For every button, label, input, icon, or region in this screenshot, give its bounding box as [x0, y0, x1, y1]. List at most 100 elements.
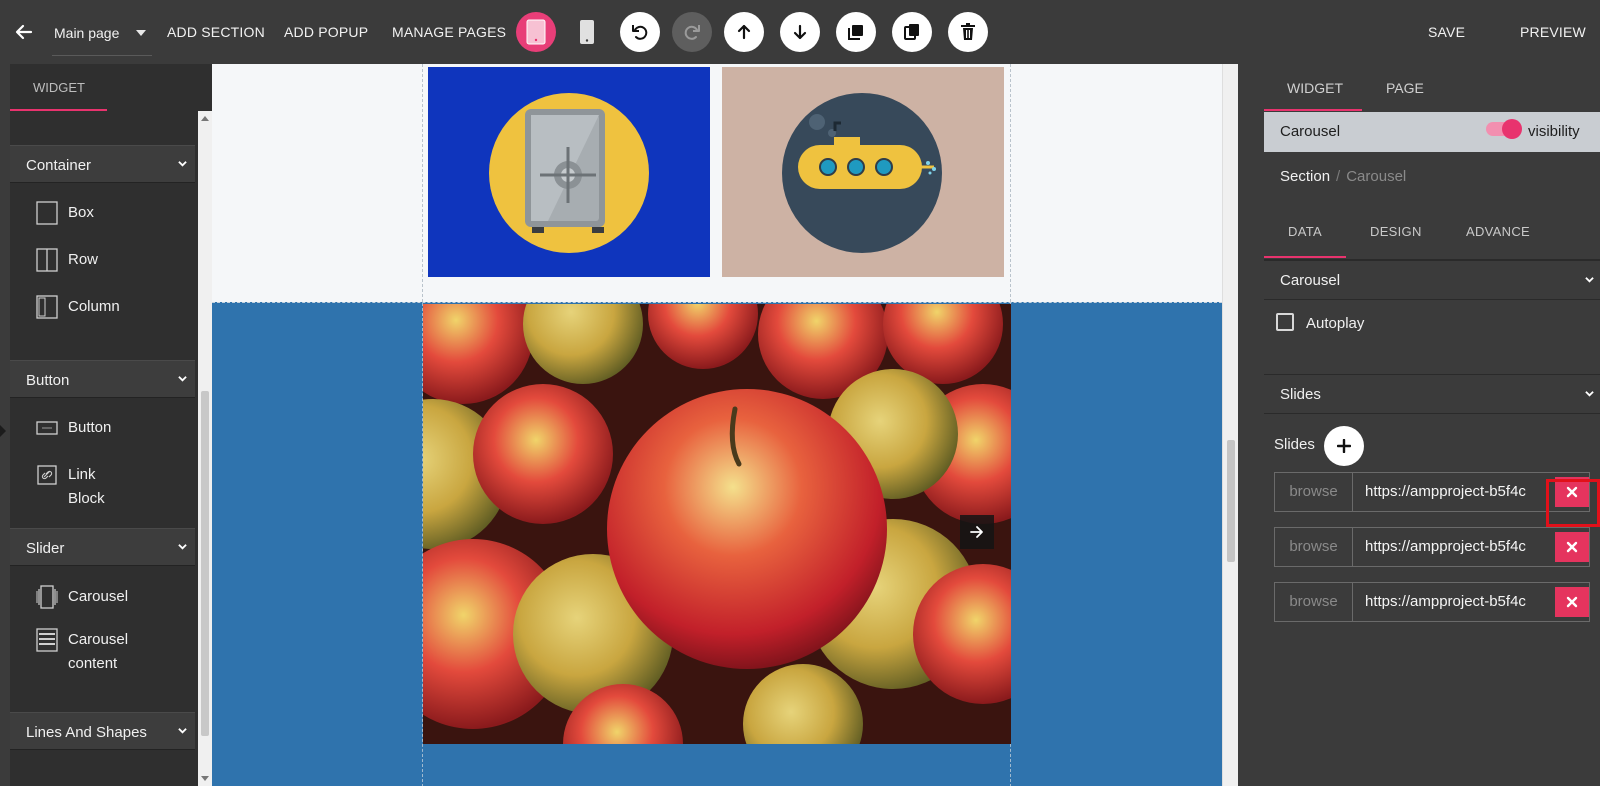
safe-illustration: [489, 93, 649, 253]
left-panel-scrollbar[interactable]: [198, 111, 212, 786]
visibility-toggle[interactable]: [1486, 119, 1522, 139]
tab-design[interactable]: DESIGN: [1370, 224, 1422, 239]
plus-icon: [1337, 439, 1351, 453]
duplicate-button[interactable]: [836, 12, 876, 52]
save-button[interactable]: SAVE: [1428, 24, 1465, 40]
accordion-label: Carousel: [1280, 272, 1341, 289]
image-safe-tile[interactable]: [428, 67, 710, 277]
widget-item-label: Carousel: [68, 588, 129, 605]
button-icon: [36, 421, 58, 435]
tab-widget[interactable]: WIDGET: [1287, 80, 1343, 96]
redo-button[interactable]: [672, 12, 712, 52]
chevron-down-icon: [178, 544, 187, 550]
add-section-button[interactable]: ADD SECTION: [167, 24, 265, 40]
browse-button[interactable]: browse: [1275, 473, 1353, 511]
back-arrow-icon[interactable]: [14, 22, 34, 42]
category-button[interactable]: Button: [10, 360, 195, 398]
category-container[interactable]: Container: [10, 145, 195, 183]
right-gutter: [1238, 64, 1264, 786]
carousel-content-icon: [36, 628, 58, 652]
column-guide: [1010, 64, 1011, 302]
chevron-down-icon: [178, 728, 187, 734]
breadcrumb-current: Carousel: [1346, 168, 1407, 185]
scroll-up-arrow[interactable]: [201, 116, 209, 121]
add-popup-button[interactable]: ADD POPUP: [284, 24, 368, 40]
breadcrumb: Section / Carousel: [1280, 168, 1406, 185]
visibility-label: visibility: [1528, 123, 1580, 140]
copy-button[interactable]: [892, 12, 932, 52]
autoplay-checkbox[interactable]: [1276, 313, 1294, 331]
section-carousel[interactable]: [212, 302, 1222, 786]
slides-label: Slides: [1274, 436, 1315, 453]
carousel-icon: [36, 585, 58, 609]
tab-advance[interactable]: ADVANCE: [1466, 224, 1530, 239]
tab-widget[interactable]: WIDGET: [10, 64, 107, 111]
chevron-down-icon: [1585, 277, 1594, 283]
scrollbar-thumb[interactable]: [201, 391, 209, 736]
slide-url-input[interactable]: https://ampproject-b5f4c: [1365, 538, 1549, 555]
chevron-down-icon: [136, 30, 146, 36]
slide-url-input[interactable]: https://ampproject-b5f4c: [1365, 593, 1549, 610]
category-label: Button: [26, 372, 70, 389]
active-subtab-indicator: [1264, 256, 1346, 258]
row-icon: [36, 248, 58, 272]
category-label: Container: [26, 157, 92, 174]
move-down-button[interactable]: [780, 12, 820, 52]
tab-data[interactable]: DATA: [1288, 224, 1322, 239]
panel-collapse-marker[interactable]: [0, 425, 6, 437]
browse-button[interactable]: browse: [1275, 583, 1353, 621]
autoplay-label: Autoplay: [1306, 315, 1365, 332]
slide-url-input[interactable]: https://ampproject-b5f4c: [1365, 483, 1549, 500]
tablet-view-button[interactable]: [516, 12, 556, 52]
properties-tabs: WIDGET PAGE: [1264, 64, 1600, 112]
widget-item-label: Link Block: [68, 466, 105, 507]
scroll-down-arrow[interactable]: [201, 776, 209, 781]
page-select[interactable]: Main page: [52, 14, 152, 56]
copy-icon: [904, 24, 919, 40]
delete-widget-button[interactable]: [948, 12, 988, 52]
slide-row: browse https://ampproject-b5f4c: [1274, 527, 1590, 567]
page-select-value: Main page: [54, 25, 120, 41]
editor-canvas[interactable]: [212, 64, 1238, 786]
breadcrumb-separator: /: [1336, 168, 1341, 185]
tab-widget-label: WIDGET: [33, 80, 85, 95]
close-icon: [1566, 596, 1578, 608]
section-features[interactable]: [212, 64, 1222, 302]
delete-slide-button[interactable]: [1555, 587, 1589, 617]
mobile-view-button[interactable]: [577, 18, 597, 46]
delete-slide-button[interactable]: [1555, 532, 1589, 562]
undo-icon: [632, 25, 648, 40]
category-label: Slider: [26, 540, 65, 557]
move-up-button[interactable]: [724, 12, 764, 52]
slide-row: browse https://ampproject-b5f4c: [1274, 582, 1590, 622]
widget-item-label: Carousel: [68, 631, 129, 648]
highlight-box: [1546, 479, 1600, 527]
chevron-down-icon: [178, 161, 187, 167]
category-slider[interactable]: Slider: [10, 528, 195, 566]
browse-button[interactable]: browse: [1275, 528, 1353, 566]
add-slide-button[interactable]: [1324, 426, 1364, 466]
image-submarine-tile[interactable]: [722, 67, 1004, 277]
category-lines-and-shapes[interactable]: Lines And Shapes: [10, 712, 195, 750]
scrollbar-thumb[interactable]: [1227, 440, 1235, 562]
undo-button[interactable]: [620, 12, 660, 52]
carousel-next-button[interactable]: [960, 515, 994, 549]
preview-button[interactable]: PREVIEW: [1520, 24, 1586, 40]
column-guide: [422, 64, 423, 302]
widget-item-label: Column: [68, 298, 120, 315]
widget-item-label: Row: [68, 251, 99, 268]
link-icon: [37, 465, 57, 485]
tab-page[interactable]: PAGE: [1386, 80, 1424, 96]
canvas-scrollbar[interactable]: [1222, 64, 1238, 786]
mobile-icon: [580, 20, 594, 44]
slide-row: browse https://ampproject-b5f4c: [1274, 472, 1590, 512]
duplicate-icon: [848, 25, 863, 40]
accordion-slides[interactable]: Slides: [1264, 374, 1600, 414]
manage-pages-button[interactable]: MANAGE PAGES: [392, 24, 506, 40]
breadcrumb-section[interactable]: Section: [1280, 168, 1330, 185]
chevron-down-icon: [178, 376, 187, 382]
box-icon: [36, 201, 58, 225]
carousel-slide-image[interactable]: [423, 304, 1011, 744]
widget-panel: WIDGET Container Box Row Column Button B…: [10, 64, 212, 786]
accordion-carousel[interactable]: Carousel: [1264, 260, 1600, 300]
